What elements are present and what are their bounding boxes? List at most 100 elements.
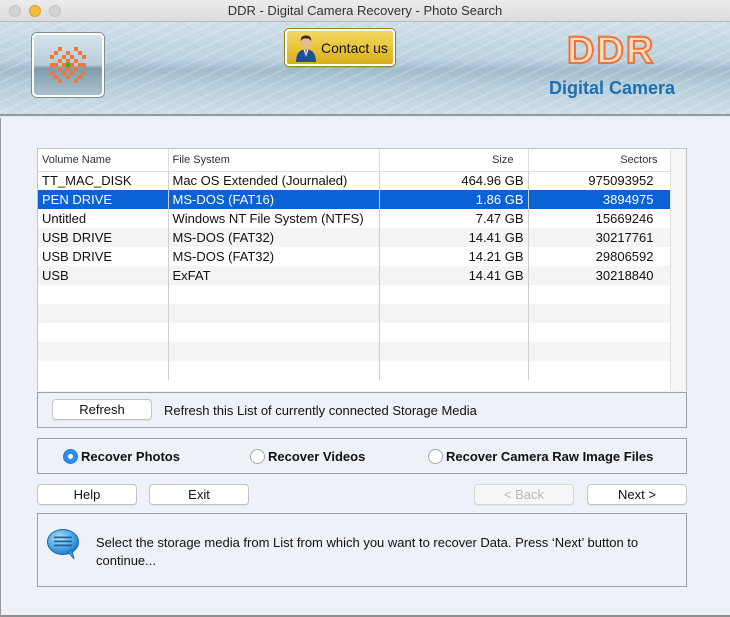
refresh-button[interactable]: Refresh xyxy=(52,399,152,420)
brand-name: DDR xyxy=(566,29,656,73)
logo-pixel xyxy=(54,51,58,55)
refresh-description: Refresh this List of currently connected… xyxy=(164,403,477,418)
volume-name-cell: USB DRIVE xyxy=(38,247,169,266)
sectors-cell: 15669246 xyxy=(528,209,673,228)
radio-selected-indicator xyxy=(63,449,78,464)
empty-table-row[interactable] xyxy=(38,285,673,304)
volume-table: Volume Name File System Size Sectors TT_… xyxy=(38,149,673,380)
radio-label: Recover Videos xyxy=(268,449,366,464)
column-header-sectors[interactable]: Sectors xyxy=(528,149,673,172)
empty-cell xyxy=(379,323,529,342)
brand-subtitle: Digital Camera xyxy=(549,78,676,98)
info-panel: Select the storage media from List from … xyxy=(37,513,687,587)
empty-cell xyxy=(168,361,380,380)
sectors-cell: 30217761 xyxy=(528,228,673,247)
empty-table-row[interactable] xyxy=(38,342,673,361)
contact-us-label: Contact us xyxy=(321,40,388,56)
header-banner: Contact us DDR Digital Camera xyxy=(0,22,730,116)
empty-cell xyxy=(379,361,529,380)
table-row[interactable]: PEN DRIVE MS-DOS (FAT16) 1.86 GB 3894975 xyxy=(38,190,673,209)
empty-table-row[interactable] xyxy=(38,361,673,380)
info-message: Select the storage media from List from … xyxy=(96,535,639,568)
logo-pattern xyxy=(50,47,86,83)
empty-cell xyxy=(168,304,380,323)
file-system-cell: Windows NT File System (NTFS) xyxy=(168,209,380,228)
empty-cell xyxy=(38,342,169,361)
sectors-cell: 3894975 xyxy=(528,190,673,209)
person-icon xyxy=(296,35,316,62)
empty-cell xyxy=(379,304,529,323)
window-close-button[interactable] xyxy=(9,5,21,17)
empty-cell xyxy=(38,361,169,380)
radio-label: Recover Camera Raw Image Files xyxy=(446,449,654,464)
file-system-cell: Mac OS Extended (Journaled) xyxy=(168,171,380,190)
file-system-cell: MS-DOS (FAT32) xyxy=(168,247,380,266)
size-cell: 14.41 GB xyxy=(379,266,529,285)
empty-cell xyxy=(528,361,673,380)
table-row[interactable]: Untitled Windows NT File System (NTFS) 7.4… xyxy=(38,209,673,228)
column-header-volume-name[interactable]: Volume Name xyxy=(38,149,169,172)
empty-cell xyxy=(168,342,380,361)
volume-name-cell: USB xyxy=(38,266,169,285)
table-header-row: Volume Name File System Size Sectors xyxy=(38,149,673,172)
logo-pixel xyxy=(70,71,74,75)
window-minimize-button[interactable] xyxy=(29,5,41,17)
size-cell: 464.96 GB xyxy=(379,171,529,190)
radio-indicator xyxy=(428,449,443,464)
size-cell: 1.86 GB xyxy=(379,190,529,209)
logo-pixel xyxy=(74,67,78,71)
table-row[interactable]: USB ExFAT 14.41 GB 30218840 xyxy=(38,266,673,285)
radio-indicator xyxy=(250,449,265,464)
volume-name-cell: TT_MAC_DISK xyxy=(38,171,169,190)
logo-pixel xyxy=(58,79,62,83)
exit-button[interactable]: Exit xyxy=(149,484,249,505)
empty-table-row[interactable] xyxy=(38,323,673,342)
logo-pixel xyxy=(50,55,54,59)
logo-pixel xyxy=(66,75,70,79)
empty-table-row[interactable] xyxy=(38,304,673,323)
main-panel: Volume Name File System Size Sectors TT_… xyxy=(0,118,730,617)
volume-name-cell: Untitled xyxy=(38,209,169,228)
table-row[interactable]: USB DRIVE MS-DOS (FAT32) 14.21 GB 29806592 xyxy=(38,247,673,266)
empty-cell xyxy=(168,285,380,304)
sectors-cell: 30218840 xyxy=(528,266,673,285)
logo-pixel xyxy=(82,63,86,67)
empty-cell xyxy=(38,285,169,304)
logo-pixel xyxy=(78,75,82,79)
contact-us-button[interactable]: Contact us xyxy=(285,29,395,66)
refresh-panel: Refresh Refresh this List of currently c… xyxy=(37,392,687,428)
table-row[interactable]: USB DRIVE MS-DOS (FAT32) 14.41 GB 30217761 xyxy=(38,228,673,247)
sectors-cell: 29806592 xyxy=(528,247,673,266)
window-zoom-button[interactable] xyxy=(49,5,61,17)
empty-cell xyxy=(379,285,529,304)
column-header-file-system[interactable]: File System xyxy=(168,149,380,172)
logo-pixel xyxy=(82,55,86,59)
volume-name-cell: USB DRIVE xyxy=(38,228,169,247)
recovery-type-group: Recover Photos Recover Videos Recover Ca… xyxy=(37,438,687,474)
logo-pixel xyxy=(74,79,78,83)
empty-cell xyxy=(168,323,380,342)
empty-cell xyxy=(528,323,673,342)
sectors-cell: 975093952 xyxy=(528,171,673,190)
empty-cell xyxy=(528,304,673,323)
file-system-cell: MS-DOS (FAT32) xyxy=(168,228,380,247)
speech-bubble-icon xyxy=(47,529,79,560)
back-button[interactable]: < Back xyxy=(474,484,574,505)
logo-pixel xyxy=(50,63,54,67)
help-button[interactable]: Help xyxy=(37,484,137,505)
radio-label: Recover Photos xyxy=(81,449,180,464)
next-button[interactable]: Next > xyxy=(587,484,687,505)
window-titlebar: DDR - Digital Camera Recovery - Photo Se… xyxy=(0,0,730,22)
file-system-cell: ExFAT xyxy=(168,266,380,285)
table-scrollbar[interactable] xyxy=(670,149,686,391)
size-cell: 14.21 GB xyxy=(379,247,529,266)
logo-center-pixel xyxy=(66,63,70,67)
size-cell: 14.41 GB xyxy=(379,228,529,247)
table-row[interactable]: TT_MAC_DISK Mac OS Extended (Journaled) 46… xyxy=(38,171,673,190)
volume-name-cell: PEN DRIVE xyxy=(38,190,169,209)
logo-pixel xyxy=(82,71,86,75)
app-logo-icon xyxy=(32,33,104,97)
volume-list[interactable]: Volume Name File System Size Sectors TT_… xyxy=(37,148,687,391)
empty-cell xyxy=(528,285,673,304)
column-header-size[interactable]: Size xyxy=(379,149,529,172)
